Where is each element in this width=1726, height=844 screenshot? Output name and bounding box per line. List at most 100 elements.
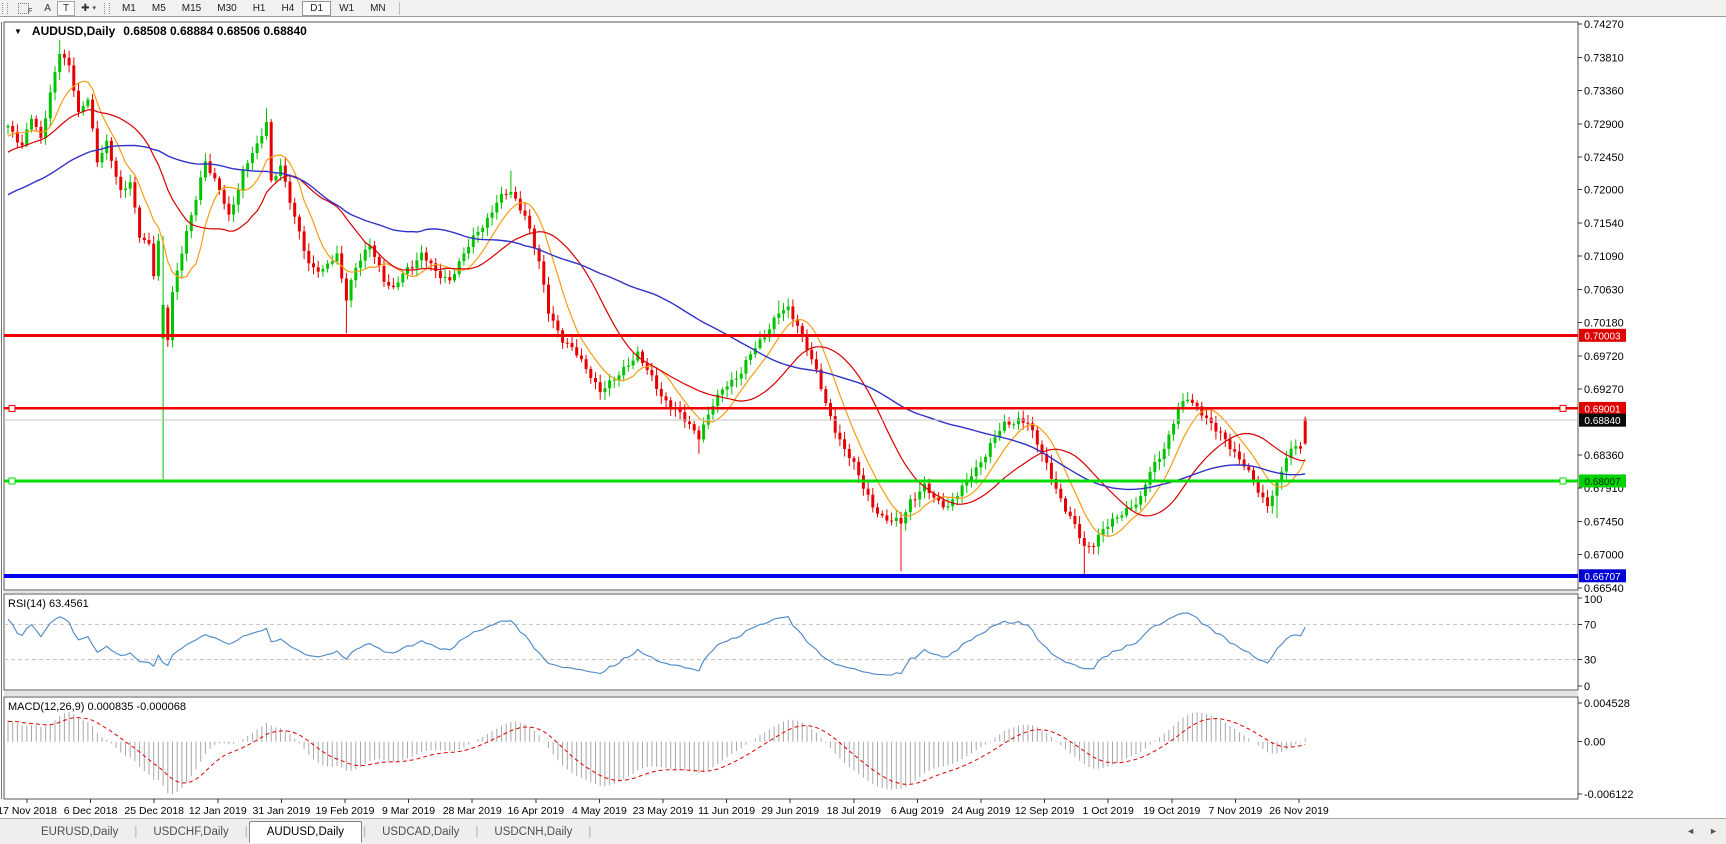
mt4-window: F A T ✚ ▾ M1M5M15M30H1H4D1W1MN ▼ AUDUSD,… (0, 0, 1726, 844)
candle-body (618, 375, 621, 379)
text-tool-icon[interactable]: T (57, 1, 75, 16)
date-label: 17 Nov 2018 (0, 805, 57, 817)
tab-usdcad-daily[interactable]: USDCAD,Daily (367, 822, 474, 842)
candle-body (298, 217, 301, 232)
candle-body (613, 380, 616, 381)
annotate-a-icon[interactable]: A (38, 1, 57, 16)
candle-body (321, 269, 324, 272)
timeframe-button-MN[interactable]: MN (362, 1, 394, 16)
price-axis-label: 0.70630 (1584, 285, 1624, 297)
timeframe-button-H4[interactable]: H4 (273, 1, 302, 16)
resistance-line-0-69001-handle-left[interactable] (9, 405, 15, 411)
rsi-axis-label: 0 (1584, 681, 1590, 693)
chart-tabs: EURUSD,Daily|USDCHF,Daily|AUDUSD,Daily|U… (26, 821, 592, 843)
pane-separator[interactable] (4, 691, 1578, 696)
timeframe-button-M5[interactable]: M5 (144, 1, 174, 16)
chart-tab-bar: EURUSD,Daily|USDCHF,Daily|AUDUSD,Daily|U… (0, 818, 1726, 844)
candle-body (1036, 430, 1039, 444)
candle-body (1299, 446, 1302, 448)
candle-body (101, 153, 104, 162)
candle-body (1294, 446, 1297, 448)
support-line-0-68007-handle-right[interactable] (1560, 478, 1566, 484)
candle-body (838, 433, 841, 440)
candle-body (1276, 481, 1279, 495)
candle-body (495, 203, 498, 213)
candle-body (979, 462, 982, 467)
candle-body (1111, 519, 1114, 527)
timeframe-button-M1[interactable]: M1 (114, 1, 144, 16)
date-label: 12 Sep 2019 (1015, 805, 1075, 817)
candle-body (853, 458, 856, 462)
candle-body (1224, 433, 1227, 440)
tab-audusd-daily[interactable]: AUDUSD,Daily (249, 821, 362, 843)
candle-body (448, 277, 451, 280)
toolbar-grip[interactable] (2, 3, 8, 14)
candle-body (1116, 517, 1119, 518)
candle-body (1102, 529, 1105, 535)
candle-body (58, 54, 61, 72)
candle-body (1059, 489, 1062, 499)
chart-canvas[interactable]: 0.742700.738100.733600.729000.724500.720… (0, 17, 1726, 818)
candle-body (1219, 432, 1222, 433)
timeframe-button-M15[interactable]: M15 (174, 1, 209, 16)
date-label: 1 Oct 2019 (1083, 805, 1135, 817)
candle-body (599, 382, 602, 392)
support-line-0-68007-handle-left[interactable] (9, 478, 15, 484)
price-pane (4, 22, 1578, 590)
candle-body (68, 58, 71, 66)
candle-body (843, 439, 846, 449)
timeframe-button-D1[interactable]: D1 (302, 1, 331, 16)
date-label: 7 Nov 2019 (1209, 805, 1263, 817)
date-label: 16 Apr 2019 (507, 805, 564, 817)
candle-body (129, 182, 132, 188)
candle-body (542, 261, 545, 284)
candle-body (312, 263, 315, 267)
macd-pane (4, 697, 1578, 799)
resistance-line-0-69001-handle-right[interactable] (1560, 405, 1566, 411)
candle-body (96, 128, 99, 162)
candle-body (688, 422, 691, 424)
candle-body (867, 489, 870, 495)
toolbar-grip-2[interactable] (104, 3, 110, 14)
tab-usdchf-daily[interactable]: USDCHF,Daily (138, 822, 243, 842)
candle-body (707, 415, 710, 425)
candle-body (209, 161, 212, 173)
candle-body (571, 343, 574, 347)
candle-body (30, 119, 33, 130)
scroll-left-icon[interactable]: ◄ (1686, 826, 1695, 836)
candle-body (1158, 459, 1161, 462)
dropdown-arrow-icon[interactable]: ▾ (92, 4, 96, 12)
timeframe-button-H1[interactable]: H1 (245, 1, 274, 16)
candle-body (1092, 546, 1095, 547)
date-label: 25 Dec 2018 (124, 805, 184, 817)
candle-body (1050, 463, 1053, 479)
tab-eurusd-daily[interactable]: EURUSD,Daily (26, 822, 133, 842)
candle-body (895, 518, 898, 521)
price-axis-label: 0.67450 (1584, 517, 1624, 529)
candle-body (552, 314, 555, 321)
candle-body (904, 512, 907, 523)
candle-body (1167, 435, 1170, 449)
price-badge-0.68007-text: 0.68007 (1584, 477, 1621, 488)
rsi-axis-label: 70 (1584, 619, 1596, 631)
candle-body (1135, 505, 1138, 508)
candle-body (665, 396, 668, 400)
candle-body (119, 177, 122, 190)
candle-body (885, 516, 888, 521)
candle-body (157, 241, 160, 277)
scroll-right-icon[interactable]: ► (1709, 826, 1718, 836)
pane-separator[interactable] (4, 591, 1578, 593)
candle-body (481, 228, 484, 232)
candle-body (914, 499, 917, 500)
timeframe-button-W1[interactable]: W1 (331, 1, 362, 16)
timeframe-button-M30[interactable]: M30 (209, 1, 244, 16)
chart-shift-icon[interactable]: F (12, 1, 38, 16)
price-badge-0.66707: 0.66707 (1579, 569, 1626, 583)
cursor-tool-icon[interactable]: ✚ ▾ (75, 1, 102, 16)
candle-body (265, 122, 268, 136)
collapse-triangle-icon[interactable]: ▼ (14, 27, 22, 36)
price-axis-label: 0.67000 (1584, 549, 1624, 561)
candle-body (303, 231, 306, 251)
tab-usdcnh-daily[interactable]: USDCNH,Daily (479, 822, 587, 842)
candle-body (777, 313, 780, 317)
